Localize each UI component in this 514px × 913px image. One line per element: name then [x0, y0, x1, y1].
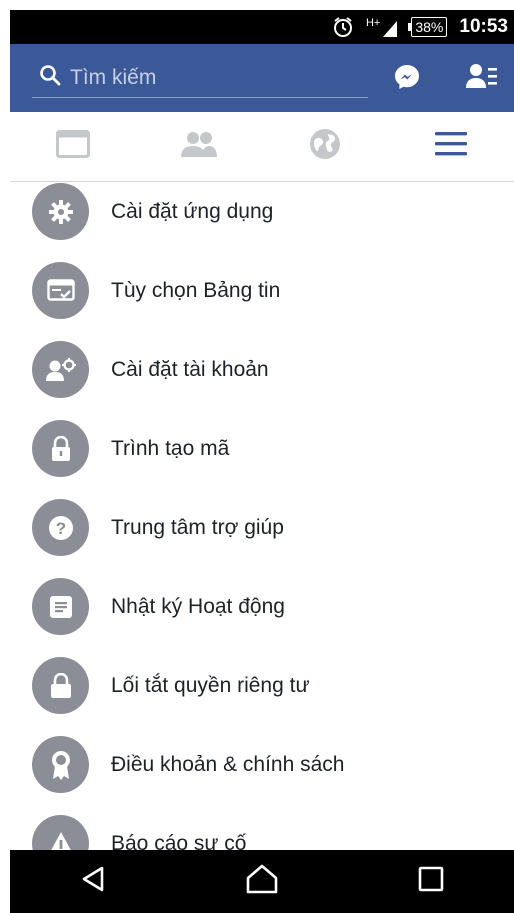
clock: 10:53 — [459, 16, 508, 37]
menu-item-feed-preferences[interactable]: Tùy chọn Bảng tin — [10, 251, 514, 330]
news-feed-icon — [56, 130, 90, 163]
alarm-icon — [332, 16, 354, 38]
menu-icon — [435, 131, 467, 162]
menu-item-label: Báo cáo sự cố — [111, 831, 247, 851]
feed-preferences-icon — [32, 262, 89, 319]
svg-text:?: ? — [55, 519, 65, 538]
home-icon[interactable] — [245, 864, 279, 899]
top-bar — [10, 44, 514, 112]
menu-item-app-settings[interactable]: Cài đặt ứng dụng — [10, 182, 514, 251]
tab-bar — [10, 112, 514, 182]
menu-item-account-settings[interactable]: Cài đặt tài khoản — [10, 330, 514, 409]
warning-icon — [32, 815, 89, 850]
recents-icon[interactable] — [418, 866, 444, 897]
tab-friends[interactable] — [136, 112, 262, 181]
search-icon[interactable] — [32, 63, 62, 92]
tab-notifications[interactable] — [262, 112, 388, 181]
help-icon: ? — [32, 499, 89, 556]
menu-item-label: Điều khoản & chính sách — [111, 752, 345, 776]
friends-icon — [181, 130, 217, 163]
menu-item-report-problem[interactable]: Báo cáo sự cố — [10, 804, 514, 850]
gear-icon — [32, 183, 89, 240]
lock-icon — [32, 420, 89, 477]
privacy-lock-icon — [32, 657, 89, 714]
tab-menu[interactable] — [388, 112, 514, 181]
menu-item-help-center[interactable]: ? Trung tâm trợ giúp — [10, 488, 514, 567]
menu-item-label: Lối tắt quyền riêng tư — [111, 673, 310, 697]
globe-icon — [309, 128, 341, 165]
menu-item-label: Cài đặt tài khoản — [111, 357, 269, 381]
menu-item-code-generator[interactable]: Trình tạo mã — [10, 409, 514, 488]
menu-item-activity-log[interactable]: Nhật ký Hoạt động — [10, 567, 514, 646]
search-bar[interactable] — [32, 58, 368, 98]
menu-item-privacy-shortcuts[interactable]: Lối tắt quyền riêng tư — [10, 646, 514, 725]
menu-list: Cài đặt ứng dụng Tùy chọn Bảng tin Cài đ… — [10, 182, 514, 850]
menu-item-label: Tùy chọn Bảng tin — [111, 278, 281, 302]
menu-item-label: Nhật ký Hoạt động — [111, 594, 285, 618]
menu-item-label: Cài đặt ứng dụng — [111, 199, 274, 223]
messenger-icon[interactable] — [392, 62, 422, 97]
menu-item-label: Trung tâm trợ giúp — [111, 515, 284, 539]
signal-icon: H+ — [366, 17, 399, 37]
activity-log-icon — [32, 578, 89, 635]
tab-news-feed[interactable] — [10, 112, 136, 181]
status-bar: H+ 38% 10:53 — [10, 10, 514, 44]
battery-percent: 38% — [415, 18, 444, 35]
network-label: H+ — [365, 17, 381, 29]
menu-item-terms-policies[interactable]: Điều khoản & chính sách — [10, 725, 514, 804]
search-input[interactable] — [70, 65, 350, 90]
navigation-bar — [10, 850, 514, 913]
account-settings-icon — [32, 341, 89, 398]
friend-requests-icon[interactable] — [466, 62, 498, 97]
back-icon[interactable] — [80, 865, 106, 898]
battery-indicator: 38% — [408, 17, 448, 37]
menu-item-label: Trình tạo mã — [111, 436, 230, 460]
badge-icon — [32, 736, 89, 793]
